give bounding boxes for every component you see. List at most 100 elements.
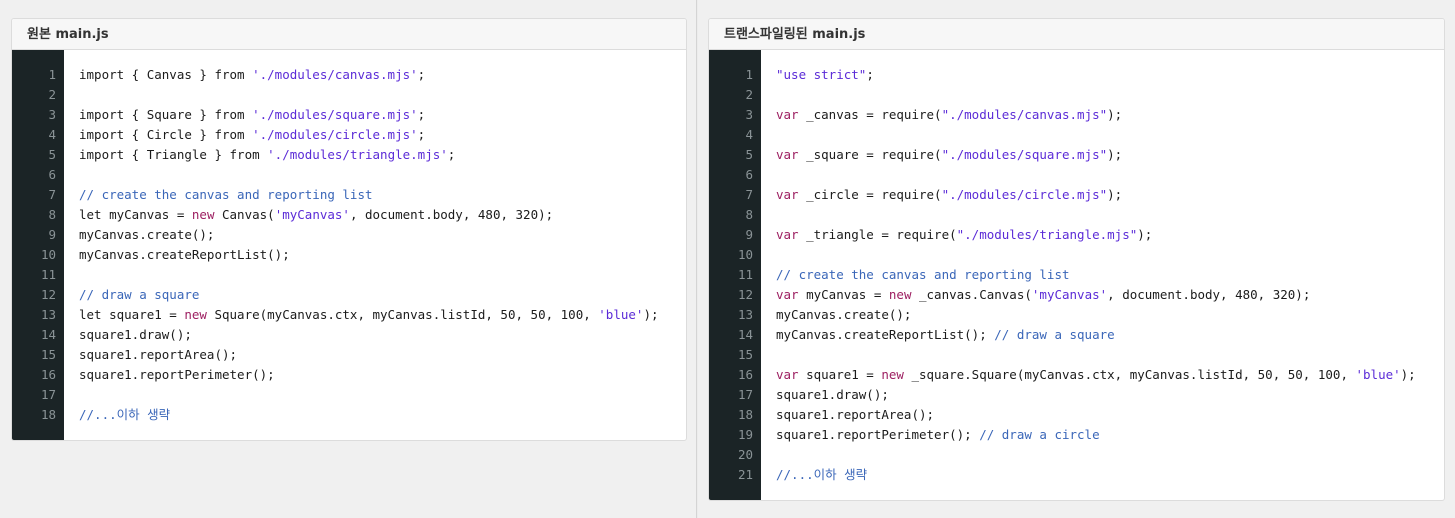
line-number: 7 — [48, 187, 56, 202]
transpiled-code-block: 1 2 3 4 5 6 7 8 9 10 11 12 13 14 15 16 17 18 19 20 21 "use s… — [709, 50, 1444, 500]
line-number: 18 — [737, 407, 753, 422]
code-line: //...이하 생략 — [79, 405, 686, 425]
code-token: // draw a square — [994, 327, 1115, 342]
code-token: // create the canvas and reporting list — [776, 267, 1070, 282]
line-number: 6 — [48, 167, 56, 182]
code-token: var — [776, 147, 799, 162]
code-token: Square(myCanvas.ctx, myCanvas.listId, 50… — [206, 307, 599, 322]
code-area[interactable]: import { Canvas } from './modules/canvas… — [64, 50, 686, 440]
code-line: var _triangle = require("./modules/trian… — [776, 225, 1444, 245]
line-number: 7 — [745, 187, 753, 202]
code-token: // create the canvas and reporting list — [79, 187, 373, 202]
code-line: square1.reportPerimeter(); // draw a cir… — [776, 425, 1444, 445]
line-number: 11 — [737, 267, 753, 282]
code-line: myCanvas.createReportList(); // draw a s… — [776, 325, 1444, 345]
code-token: ; — [417, 67, 426, 82]
code-token: _canvas = require( — [798, 107, 942, 122]
line-number: 6 — [745, 167, 753, 182]
code-token: "./modules/circle.mjs" — [941, 187, 1108, 202]
code-token: 'myCanvas' — [1031, 287, 1108, 302]
code-token: ; — [417, 107, 426, 122]
code-line: myCanvas.create(); — [776, 305, 1444, 325]
line-number: 11 — [40, 267, 56, 282]
code-token: square1.reportPerimeter(); — [776, 427, 980, 442]
line-number: 21 — [737, 467, 753, 482]
code-token: let square1 = — [79, 307, 185, 322]
code-token: 'myCanvas' — [274, 207, 350, 222]
transpiled-code-card: 트랜스파일링된 main.js 1 2 3 4 5 6 7 8 9 10 11 12 13 14 15 16 1… — [708, 18, 1445, 501]
line-number: 13 — [40, 307, 56, 322]
code-token: Canvas( — [214, 207, 275, 222]
code-token: 'blue' — [1355, 367, 1401, 382]
code-token: ); — [1400, 367, 1416, 382]
code-token: ; — [417, 127, 426, 142]
code-token: _canvas.Canvas( — [911, 287, 1032, 302]
code-token: //...이하 생략 — [79, 407, 171, 422]
line-number: 13 — [737, 307, 753, 322]
code-line: let myCanvas = new Canvas('myCanvas', do… — [79, 205, 686, 225]
code-token: let myCanvas = — [79, 207, 192, 222]
line-number: 16 — [40, 367, 56, 382]
code-token: var — [776, 227, 799, 242]
code-token: new — [184, 307, 207, 322]
code-token: , document.body, 480, 320); — [1107, 287, 1311, 302]
code-token: square1.reportArea(); — [776, 407, 935, 422]
code-token: './modules/triangle.mjs' — [267, 147, 448, 162]
code-token: 'blue' — [598, 307, 644, 322]
original-code-block: 1 2 3 4 5 6 7 8 9 10 11 12 13 14 15 16 17 18 import { Can… — [12, 50, 686, 440]
code-line: var myCanvas = new _canvas.Canvas('myCan… — [776, 285, 1444, 305]
code-line: import { Canvas } from './modules/canvas… — [79, 65, 686, 85]
original-code-title: 원본 main.js — [12, 19, 686, 50]
code-token: _circle = require( — [798, 187, 942, 202]
code-token: "./modules/canvas.mjs" — [941, 107, 1108, 122]
line-number: 3 — [745, 107, 753, 122]
code-token: square1.reportArea(); — [79, 347, 238, 362]
code-line: //...이하 생략 — [776, 465, 1444, 485]
code-line: myCanvas.createReportList(); — [79, 245, 686, 265]
code-token: _square = require( — [798, 147, 942, 162]
code-token: import { Canvas } from — [79, 67, 253, 82]
line-number: 15 — [737, 347, 753, 362]
line-number: 5 — [745, 147, 753, 162]
line-number: 18 — [40, 407, 56, 422]
line-number: 2 — [48, 87, 56, 102]
code-line: import { Square } from './modules/square… — [79, 105, 686, 125]
line-number: 9 — [745, 227, 753, 242]
line-number: 1 — [745, 67, 753, 82]
code-token: myCanvas.create(); — [776, 307, 912, 322]
code-line: var _square = require("./modules/square.… — [776, 145, 1444, 165]
code-token: var — [776, 107, 799, 122]
code-token: ); — [1137, 227, 1153, 242]
code-token: "./modules/square.mjs" — [941, 147, 1108, 162]
code-token: import { Square } from — [79, 107, 253, 122]
line-number: 15 — [40, 347, 56, 362]
code-line: square1.reportArea(); — [776, 405, 1444, 425]
code-line: // draw a square — [79, 285, 686, 305]
code-line: // create the canvas and reporting list — [776, 265, 1444, 285]
line-number: 12 — [737, 287, 753, 302]
code-token: myCanvas = — [798, 287, 889, 302]
code-line: let square1 = new Square(myCanvas.ctx, m… — [79, 305, 686, 325]
code-token: // draw a square — [79, 287, 200, 302]
code-line: square1.reportPerimeter(); — [79, 365, 686, 385]
code-area[interactable]: "use strict"; var _canvas = require("./mo… — [761, 50, 1444, 500]
line-number: 4 — [745, 127, 753, 142]
line-number: 8 — [745, 207, 753, 222]
line-number: 14 — [40, 327, 56, 342]
code-token: square1 = — [798, 367, 882, 382]
line-number: 10 — [40, 247, 56, 262]
code-token: ); — [1107, 147, 1123, 162]
right-pane: 트랜스파일링된 main.js 1 2 3 4 5 6 7 8 9 10 11 12 13 14 15 16 1… — [698, 0, 1455, 518]
code-line: "use strict"; — [776, 65, 1444, 85]
code-token: import { Triangle } from — [79, 147, 268, 162]
code-token: './modules/circle.mjs' — [252, 127, 418, 142]
code-line: var _circle = require("./modules/circle.… — [776, 185, 1444, 205]
code-line: square1.draw(); — [776, 385, 1444, 405]
code-token: new — [881, 367, 904, 382]
line-number: 12 — [40, 287, 56, 302]
